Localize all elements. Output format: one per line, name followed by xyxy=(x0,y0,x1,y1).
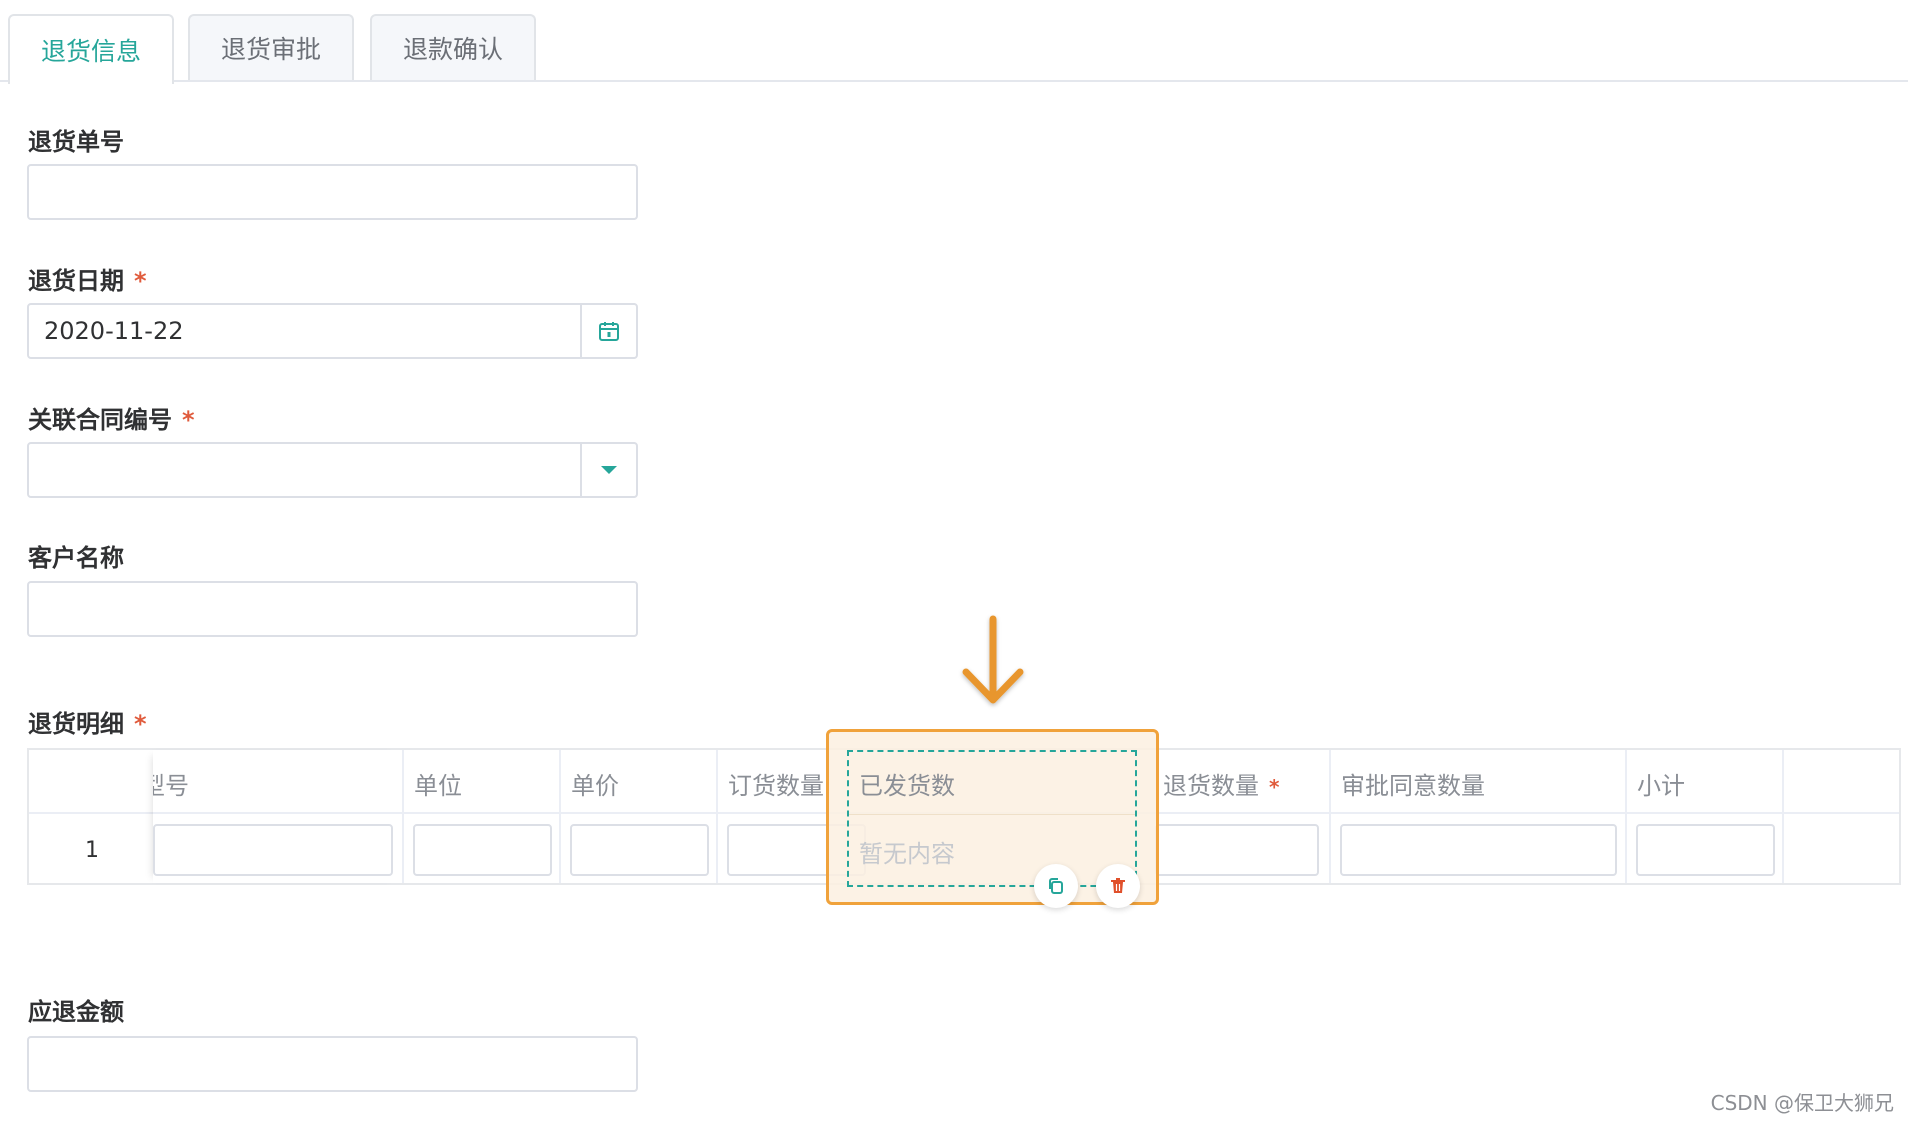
tab-return-approval[interactable]: 退货审批 xyxy=(188,14,354,80)
tab-return-info[interactable]: 退货信息 xyxy=(8,14,174,84)
tab-bar: 退货信息 退货审批 退款确认 xyxy=(0,0,1908,84)
return-no-input[interactable] xyxy=(27,164,638,220)
subtotal-input[interactable] xyxy=(1636,824,1775,876)
column-subtotal: 小计 xyxy=(1625,750,1784,883)
return-date-value: 2020-11-22 xyxy=(44,317,184,345)
contract-no-label: 关联合同编号 * xyxy=(28,406,195,434)
trash-icon[interactable] xyxy=(1096,864,1140,908)
required-mark: * xyxy=(134,710,147,738)
column-header-price: 单价 xyxy=(571,772,619,800)
return-qty-input[interactable] xyxy=(1155,824,1319,876)
calendar-icon[interactable] xyxy=(580,305,636,357)
dragged-column-card[interactable]: 已发货数 暂无内容 xyxy=(826,729,1159,908)
customer-name-label: 客户名称 xyxy=(28,544,124,572)
required-mark: * xyxy=(182,406,195,434)
drop-arrow-icon xyxy=(962,615,1024,704)
caret-down-icon[interactable] xyxy=(580,444,636,496)
return-date-label: 退货日期 * xyxy=(28,267,147,295)
drop-placeholder: 已发货数 暂无内容 xyxy=(847,750,1137,887)
contract-no-select[interactable] xyxy=(27,442,638,498)
column-header-subtotal: 小计 xyxy=(1637,772,1685,800)
column-header-unit: 单位 xyxy=(414,772,462,800)
column-unit: 单位 xyxy=(402,750,561,883)
return-date-input[interactable]: 2020-11-22 xyxy=(27,303,638,359)
details-label: 退货明细 * xyxy=(28,710,147,738)
column-header-approved-qty: 审批同意数量 xyxy=(1341,772,1485,800)
return-no-label: 退货单号 xyxy=(28,128,124,156)
dragged-column-title: 已发货数 xyxy=(859,772,955,800)
unit-input[interactable] xyxy=(413,824,552,876)
empty-text: 暂无内容 xyxy=(859,840,955,868)
column-header-return-qty: 退货数量 * xyxy=(1163,772,1280,800)
price-input[interactable] xyxy=(570,824,709,876)
model-input[interactable] xyxy=(153,824,393,876)
refund-amount-label: 应退金额 xyxy=(28,998,124,1026)
copy-icon[interactable] xyxy=(1034,864,1078,908)
watermark: CSDN @保卫大狮兄 xyxy=(1710,1091,1894,1115)
required-mark: * xyxy=(134,267,147,295)
customer-name-input[interactable] xyxy=(27,581,638,637)
row-index: 1 xyxy=(85,838,99,863)
column-return-qty: 退货数量 * xyxy=(1155,750,1329,883)
column-approved-qty: 审批同意数量 xyxy=(1329,750,1627,883)
column-blank xyxy=(1782,750,1901,883)
refund-amount-input[interactable] xyxy=(27,1036,638,1092)
column-model: 型号 xyxy=(153,750,402,883)
tab-refund-confirm[interactable]: 退款确认 xyxy=(370,14,536,80)
column-price: 单价 xyxy=(559,750,718,883)
tab-bar-divider xyxy=(0,80,1908,82)
approved-qty-input[interactable] xyxy=(1340,824,1617,876)
column-header-order-qty: 订货数量 xyxy=(728,772,824,800)
